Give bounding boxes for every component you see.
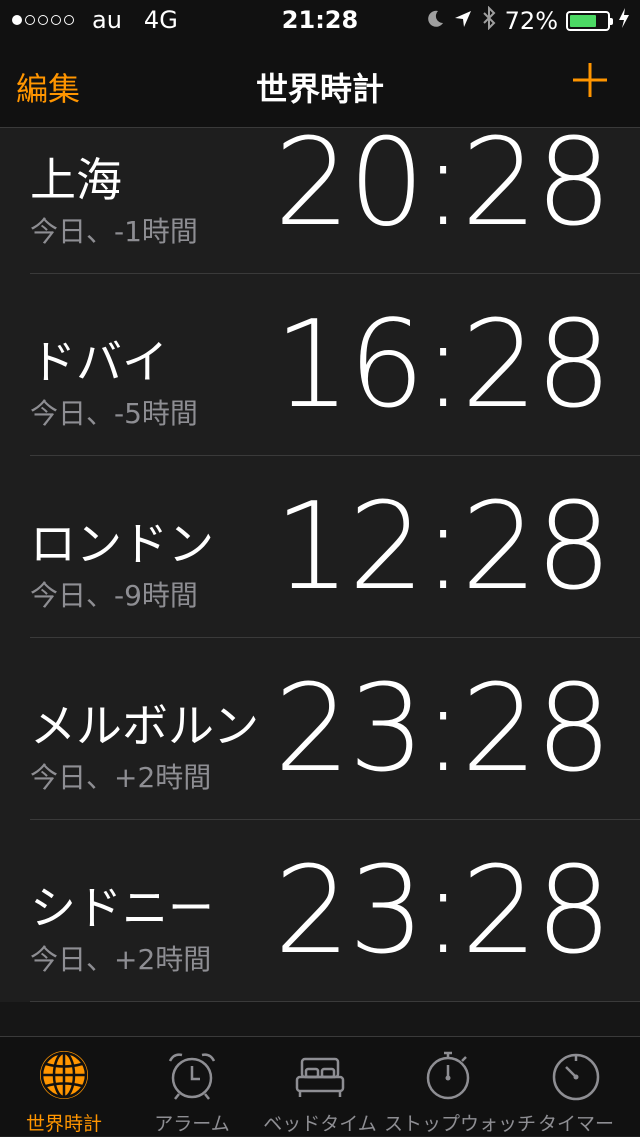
clock-row[interactable]: メルボルン 今日、+2時間 23:28 <box>30 638 640 820</box>
location-arrow-icon <box>453 7 473 35</box>
tab-world-clock[interactable]: 世界時計 <box>0 1037 128 1137</box>
moon-icon <box>425 7 445 35</box>
clock-row[interactable]: 上海 今日、-1時間 20:28 <box>30 128 640 274</box>
status-bar: au 4G 21:28 72% <box>0 0 640 40</box>
city-time: 12:28 <box>274 478 612 617</box>
battery-fill <box>570 15 596 27</box>
city-name: ロンドン <box>30 517 214 571</box>
time-offset: 今日、+2時間 <box>30 761 212 794</box>
city-time: 20:28 <box>274 128 612 253</box>
tab-timer[interactable]: タイマー <box>512 1037 640 1137</box>
time-offset: 今日、-9時間 <box>30 579 198 612</box>
tab-stopwatch[interactable]: ストップウォッチ <box>384 1037 537 1137</box>
alarm-clock-icon <box>166 1049 218 1101</box>
tab-label: 世界時計 <box>25 1113 102 1135</box>
city-time: 16:28 <box>274 296 612 435</box>
bed-icon <box>294 1049 346 1101</box>
city-name: ドバイ <box>30 335 168 389</box>
city-name: 上海 <box>30 153 122 207</box>
world-clock-list: 上海 今日、-1時間 20:28 ドバイ 今日、-5時間 16:28 ロンドン … <box>0 128 640 1002</box>
time-offset: 今日、-5時間 <box>30 397 198 430</box>
stopwatch-icon <box>422 1049 474 1101</box>
plus-icon[interactable] <box>572 62 608 98</box>
clock-row[interactable]: シドニー 今日、+2時間 23:28 <box>30 820 640 1002</box>
battery-icon <box>566 11 613 31</box>
tab-label: ベッドタイム <box>263 1113 377 1135</box>
tab-label: タイマー <box>537 1113 614 1135</box>
page-title: 世界時計 <box>255 70 384 108</box>
list-footer-space <box>0 1002 640 1036</box>
city-name: シドニー <box>30 881 214 935</box>
battery-percent: 72% <box>504 7 558 35</box>
clock-row[interactable]: ドバイ 今日、-5時間 16:28 <box>30 274 640 456</box>
globe-icon <box>38 1049 90 1101</box>
timer-icon <box>550 1049 602 1101</box>
charging-bolt-icon <box>618 7 630 35</box>
navigation-bar: 編集 世界時計 <box>0 40 640 128</box>
tab-alarm[interactable]: アラーム <box>128 1037 256 1137</box>
tab-bar: 世界時計 アラーム ベッドタイム ストップウォッチ タイマー <box>0 1036 640 1136</box>
city-name: メルボルン <box>30 699 260 753</box>
city-time: 23:28 <box>274 660 612 799</box>
city-time: 23:28 <box>274 842 612 981</box>
time-offset: 今日、+2時間 <box>30 943 212 976</box>
time-offset: 今日、-1時間 <box>30 215 198 248</box>
tab-label: ストップウォッチ <box>384 1113 537 1135</box>
bluetooth-icon <box>481 5 497 36</box>
tab-bedtime[interactable]: ベッドタイム <box>256 1037 384 1137</box>
clock-row[interactable]: ロンドン 今日、-9時間 12:28 <box>30 456 640 638</box>
tab-label: アラーム <box>154 1113 230 1135</box>
